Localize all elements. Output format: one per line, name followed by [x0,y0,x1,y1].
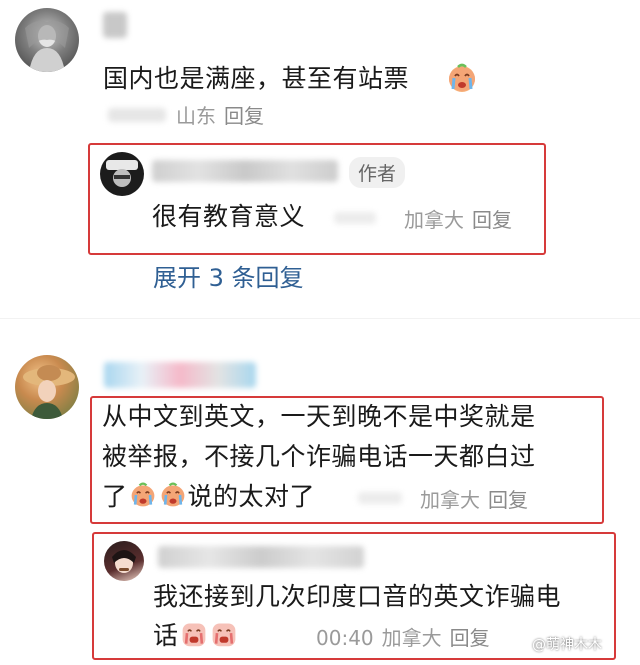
avatar[interactable] [15,8,79,72]
avatar-figure-icon [112,550,136,573]
avatar-figure-icon [23,365,75,419]
avatar-figure-icon [106,160,138,187]
comment-meta: 加拿大 回复 [420,484,528,513]
expand-replies-link[interactable]: 展开 3 条回复 [153,258,304,293]
reply-button[interactable]: 回复 [472,208,512,232]
reply-time: 00:40 [316,626,374,650]
comment-text-line-2: 被举报，不接几个诈骗电话一天都白过 [102,442,536,471]
watermark: @萌神木木 [532,637,602,653]
avatar[interactable] [15,355,79,419]
text-fragment: 说的太对了 [187,482,316,511]
reply-button[interactable]: 回复 [488,488,528,512]
location-label: 加拿大 [420,488,480,512]
crying-face-emoji-icon [212,623,235,647]
username-blurred[interactable] [104,362,256,388]
text-fragment: 话 [153,621,179,650]
reply-meta: 00:40 加拿大 回复 [316,622,490,651]
avatar-figure-icon [25,20,69,72]
comment-text: 国内也是满座，甚至有站票 [103,64,410,93]
reply-meta: 加拿大 回复 [404,204,512,233]
comment-text-line-1: 从中文到英文，一天到晚不是中奖就是 [102,402,536,431]
reply-text: 很有教育意义 [152,202,306,231]
avatar[interactable] [104,541,144,581]
crying-face-emoji-icon [449,63,475,92]
crying-face-emoji-icon [131,482,154,507]
reply-button[interactable]: 回复 [224,104,264,128]
crying-face-emoji-icon [161,482,184,507]
username-blurred[interactable] [103,12,127,38]
username-blurred[interactable] [158,546,364,568]
comment-text-line-3: 了 说的太对了 [102,480,315,513]
author-badge: 作者 [349,157,406,188]
location-label: 加拿大 [404,208,464,232]
reply-text-line-1: 我还接到几次印度口音的英文诈骗电 [153,582,562,611]
reply-text-line-2: 话 [153,619,239,652]
timestamp-blurred [108,108,166,122]
crying-face-emoji-icon [182,623,205,647]
comment-meta: 山东 回复 [176,100,264,129]
reply-button[interactable]: 回复 [450,626,490,650]
divider [0,318,640,319]
location-label: 加拿大 [381,626,442,650]
timestamp-blurred [358,492,402,504]
author-avatar[interactable] [100,152,144,196]
location-label: 山东 [176,104,216,128]
username-blurred[interactable] [152,160,338,182]
timestamp-blurred [334,212,376,224]
text-fragment: 了 [102,482,128,511]
